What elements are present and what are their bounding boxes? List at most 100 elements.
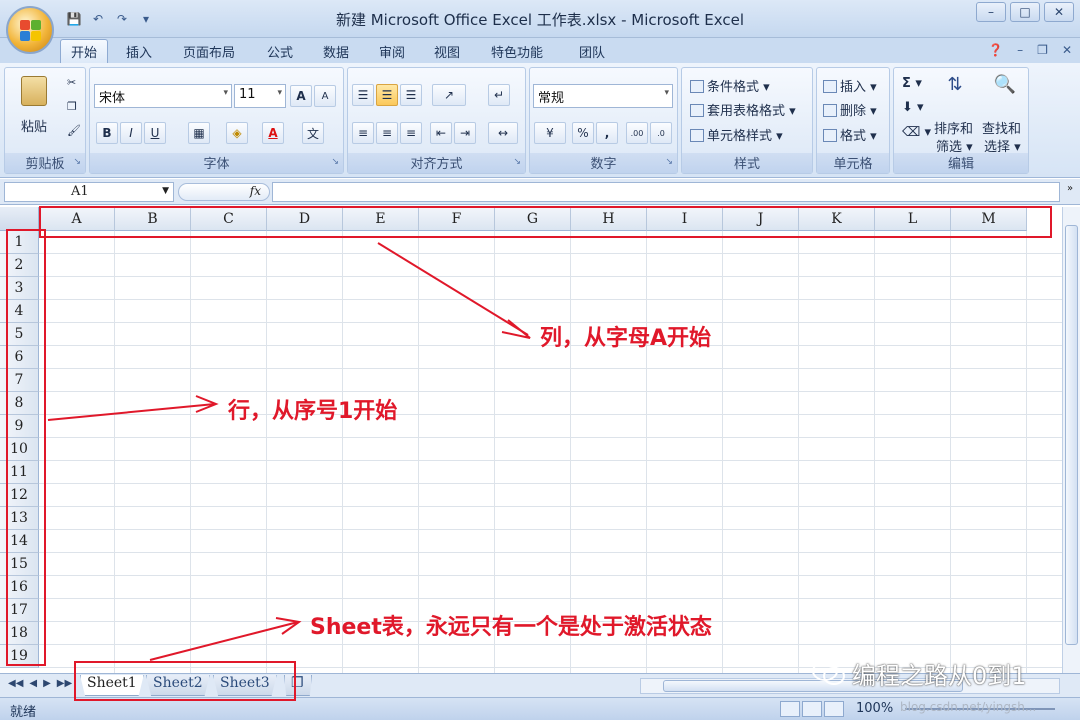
format-as-table-button[interactable]: 套用表格格式 ▾ — [690, 100, 796, 119]
sheet-tab-3[interactable]: Sheet3 — [213, 675, 277, 696]
formula-input[interactable] — [272, 182, 1060, 202]
wrap-text-icon[interactable]: ↵ — [488, 84, 510, 106]
dialog-launcher-icon[interactable]: ↘ — [665, 157, 673, 167]
tab-review[interactable]: 审阅 — [379, 42, 405, 61]
sort-filter-icon[interactable]: ⇅ — [942, 74, 968, 102]
format-cells-button[interactable]: 格式 ▾ — [823, 125, 877, 144]
page-layout-view-icon[interactable] — [802, 701, 822, 717]
paste-button[interactable]: 粘贴 — [21, 116, 47, 135]
zoom-level[interactable]: 100% — [856, 701, 893, 716]
find-select-icon[interactable]: 🔍 — [992, 74, 1018, 102]
number-format-select[interactable]: 常规 ▾ — [533, 84, 673, 108]
row-header-14[interactable]: 14 — [0, 530, 39, 553]
column-header-H[interactable]: H — [571, 207, 647, 231]
copy-icon[interactable]: ❐ — [67, 100, 77, 113]
row-header-4[interactable]: 4 — [0, 300, 39, 323]
delete-cells-button[interactable]: 删除 ▾ — [823, 100, 877, 119]
increase-decimal-icon[interactable]: .00 — [626, 122, 648, 144]
insert-function-button[interactable]: fx — [178, 183, 270, 201]
help-icon[interactable]: ❓ — [988, 43, 1003, 57]
border-icon[interactable]: ▦ — [188, 122, 210, 144]
next-sheet-icon[interactable]: ▶ — [43, 678, 51, 689]
tab-features[interactable]: 特色功能 — [491, 42, 543, 61]
ribbon-close-icon[interactable]: ✕ — [1062, 43, 1072, 57]
align-left-icon[interactable]: ≡ — [352, 122, 374, 144]
underline-button[interactable]: U — [144, 122, 166, 144]
italic-button[interactable]: I — [120, 122, 142, 144]
sheet-tab-2[interactable]: Sheet2 — [146, 675, 210, 696]
cut-icon[interactable]: ✂ — [67, 76, 76, 89]
conditional-format-button[interactable]: 条件格式 ▾ — [690, 76, 770, 95]
row-header-9[interactable]: 9 — [0, 415, 39, 438]
row-header-17[interactable]: 17 — [0, 599, 39, 622]
row-header-11[interactable]: 11 — [0, 461, 39, 484]
decrease-indent-icon[interactable]: ⇤ — [430, 122, 452, 144]
cell-styles-button[interactable]: 单元格样式 ▾ — [690, 125, 783, 144]
row-header-12[interactable]: 12 — [0, 484, 39, 507]
expand-formula-bar-icon[interactable]: » — [1062, 183, 1078, 201]
currency-icon[interactable]: ¥ — [534, 122, 566, 144]
column-header-B[interactable]: B — [115, 207, 191, 231]
row-header-15[interactable]: 15 — [0, 553, 39, 576]
minimize-icon[interactable]: – — [976, 2, 1006, 22]
name-box[interactable]: A1 ▼ — [4, 182, 174, 202]
orientation-icon[interactable]: ↗ — [432, 84, 466, 106]
row-header-10[interactable]: 10 — [0, 438, 39, 461]
font-color-button[interactable]: A — [262, 122, 284, 144]
column-header-F[interactable]: F — [419, 207, 495, 231]
tab-team[interactable]: 团队 — [579, 42, 605, 61]
column-header-M[interactable]: M — [951, 207, 1027, 231]
maximize-icon[interactable]: □ — [1010, 2, 1040, 22]
vertical-scrollbar[interactable] — [1062, 207, 1080, 673]
tab-data[interactable]: 数据 — [323, 42, 349, 61]
tab-insert[interactable]: 插入 — [126, 42, 152, 61]
ribbon-minimize-icon[interactable]: – — [1017, 43, 1023, 57]
vertical-scroll-thumb[interactable] — [1065, 225, 1078, 645]
column-header-D[interactable]: D — [267, 207, 343, 231]
sheet-tab-1[interactable]: Sheet1 — [80, 675, 144, 696]
row-header-8[interactable]: 8 — [0, 392, 39, 415]
merge-center-icon[interactable]: ↔ — [488, 122, 518, 144]
paste-icon[interactable] — [21, 76, 47, 106]
column-header-L[interactable]: L — [875, 207, 951, 231]
format-painter-icon[interactable]: 🖌 — [67, 124, 81, 137]
align-center-icon[interactable]: ≡ — [376, 122, 398, 144]
row-header-18[interactable]: 18 — [0, 622, 39, 645]
row-header-1[interactable]: 1 — [0, 231, 39, 254]
clear-icon[interactable]: ⌫ ▾ — [902, 125, 931, 140]
column-header-A[interactable]: A — [39, 207, 115, 231]
dialog-launcher-icon[interactable]: ↘ — [513, 157, 521, 167]
worksheet-grid[interactable]: A B C D E F G H I J K L M 1 2 3 4 5 6 7 8 9 10 11 12 13 14 15 16 17 18… — [0, 207, 1062, 673]
sort-filter-button[interactable]: 排序和 — [934, 118, 973, 137]
fill-color-icon[interactable]: ◈ — [226, 122, 248, 144]
ribbon-restore-icon[interactable]: ❐ — [1037, 43, 1048, 57]
column-header-C[interactable]: C — [191, 207, 267, 231]
insert-cells-button[interactable]: 插入 ▾ — [823, 76, 877, 95]
close-icon[interactable]: ✕ — [1044, 2, 1074, 22]
tab-view[interactable]: 视图 — [434, 42, 460, 61]
tab-page-layout[interactable]: 页面布局 — [183, 42, 235, 61]
row-header-19[interactable]: 19 — [0, 645, 39, 668]
column-header-E[interactable]: E — [343, 207, 419, 231]
bold-button[interactable]: B — [96, 122, 118, 144]
first-sheet-icon[interactable]: ◀◀ — [8, 678, 23, 689]
tab-formulas[interactable]: 公式 — [267, 42, 293, 61]
row-header-16[interactable]: 16 — [0, 576, 39, 599]
column-header-K[interactable]: K — [799, 207, 875, 231]
align-right-icon[interactable]: ≡ — [400, 122, 422, 144]
row-header-5[interactable]: 5 — [0, 323, 39, 346]
dialog-launcher-icon[interactable]: ↘ — [73, 157, 81, 167]
insert-sheet-icon[interactable]: ❐ — [284, 675, 312, 696]
fill-icon[interactable]: ⬇ ▾ — [902, 100, 924, 115]
align-top-icon[interactable]: ☰ — [352, 84, 374, 106]
prev-sheet-icon[interactable]: ◀ — [29, 678, 37, 689]
decrease-decimal-icon[interactable]: .0 — [650, 122, 672, 144]
font-size-select[interactable]: 11 ▾ — [234, 84, 286, 108]
row-header-13[interactable]: 13 — [0, 507, 39, 530]
page-break-view-icon[interactable] — [824, 701, 844, 717]
last-sheet-icon[interactable]: ▶▶ — [57, 678, 72, 689]
normal-view-icon[interactable] — [780, 701, 800, 717]
comma-button[interactable]: , — [596, 122, 618, 144]
row-header-6[interactable]: 6 — [0, 346, 39, 369]
find-select-button[interactable]: 查找和 — [982, 118, 1021, 137]
